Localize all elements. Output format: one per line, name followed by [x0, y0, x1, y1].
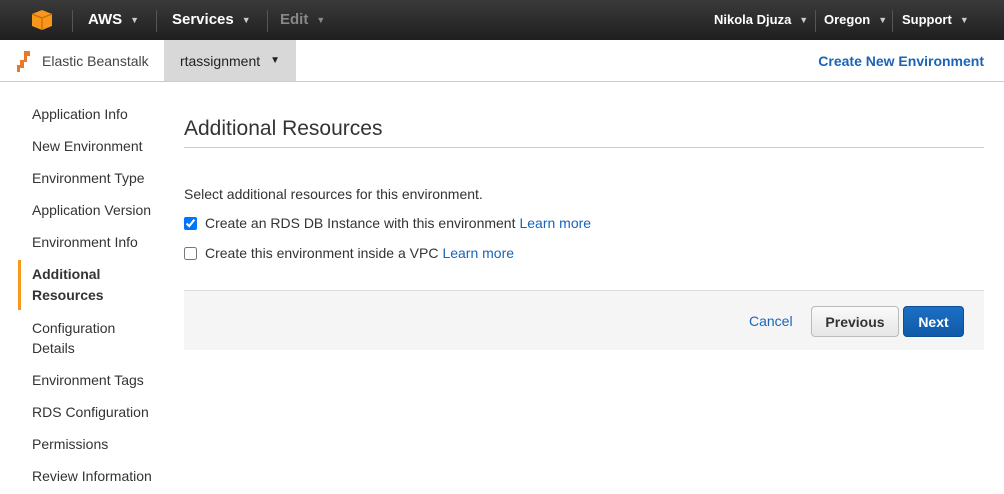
user-menu[interactable]: Nikola Djuza ▼: [714, 0, 808, 40]
rds-option[interactable]: Create an RDS DB Instance with this envi…: [184, 215, 591, 231]
aws-label: AWS: [88, 11, 123, 28]
app-name: rtassignment: [179, 52, 261, 69]
user-label: Nikola Djuza: [714, 12, 792, 27]
chevron-down-icon: ▼: [316, 15, 326, 25]
top-nav: AWS ▼ Services ▼ Edit ▼ Nikola Djuza ▼ Orego…: [0, 0, 1004, 40]
step-review-information[interactable]: Review Information: [18, 462, 158, 490]
elastic-beanstalk-home[interactable]: Elastic Beanstalk: [16, 40, 149, 82]
chevron-down-icon: ▼: [959, 15, 969, 25]
step-environment-tags[interactable]: Environment Tags: [18, 366, 158, 394]
description: Select additional resources for this env…: [184, 186, 483, 202]
step-rds-configuration[interactable]: RDS Configuration: [18, 398, 158, 426]
chevron-down-icon: ▼: [799, 15, 809, 25]
chevron-down-icon: ▼: [878, 15, 888, 25]
vpc-option-label: Create this environment inside a VPC: [205, 245, 439, 261]
vpc-learn-more-link[interactable]: Learn more: [442, 245, 514, 261]
vpc-checkbox[interactable]: [184, 246, 197, 260]
rds-checkbox[interactable]: [184, 216, 197, 230]
step-permissions[interactable]: Permissions: [18, 430, 158, 458]
step-configuration-details[interactable]: Configuration Details: [18, 314, 128, 362]
step-environment-type[interactable]: Environment Type: [18, 164, 158, 192]
support-label: Support: [902, 12, 952, 27]
divider: [184, 147, 984, 148]
beanstalk-logo-icon: [17, 51, 30, 72]
services-label: Services: [172, 11, 234, 28]
wizard-steps: Application Info New Environment Environ…: [18, 100, 168, 494]
aws-menu[interactable]: AWS ▼: [88, 0, 139, 40]
vpc-option[interactable]: Create this environment inside a VPC Lear…: [184, 245, 514, 261]
region-menu[interactable]: Oregon ▼: [824, 0, 887, 40]
wizard-footer: Cancel Previous Next: [184, 290, 984, 350]
application-selector[interactable]: rtassignment ▼: [164, 40, 296, 81]
chevron-down-icon: ▼: [130, 15, 140, 25]
step-environment-info[interactable]: Environment Info: [18, 228, 158, 256]
brand-label: Elastic Beanstalk: [42, 53, 149, 69]
rds-option-label: Create an RDS DB Instance with this envi…: [205, 215, 516, 231]
chevron-down-icon: ▼: [241, 15, 251, 25]
create-new-environment-link[interactable]: Create New Environment: [818, 40, 984, 82]
rds-learn-more-link[interactable]: Learn more: [519, 215, 591, 231]
step-application-info[interactable]: Application Info: [18, 100, 158, 128]
sub-nav: Elastic Beanstalk rtassignment ▼ Create N…: [0, 40, 1004, 82]
page-title: Additional Resources: [184, 117, 383, 140]
edit-menu[interactable]: Edit ▼: [280, 0, 325, 40]
aws-logo-icon[interactable]: [31, 0, 53, 40]
region-label: Oregon: [824, 12, 871, 27]
next-button[interactable]: Next: [903, 306, 964, 337]
services-menu[interactable]: Services ▼: [172, 0, 251, 40]
step-new-environment[interactable]: New Environment: [18, 132, 158, 160]
support-menu[interactable]: Support ▼: [902, 0, 969, 40]
caret-down-icon: ▼: [270, 55, 281, 66]
edit-label: Edit: [280, 11, 309, 28]
step-additional-resources[interactable]: Additional Resources: [18, 260, 128, 310]
step-application-version[interactable]: Application Version: [18, 196, 158, 224]
cancel-link[interactable]: Cancel: [749, 313, 793, 329]
previous-button[interactable]: Previous: [811, 306, 899, 337]
